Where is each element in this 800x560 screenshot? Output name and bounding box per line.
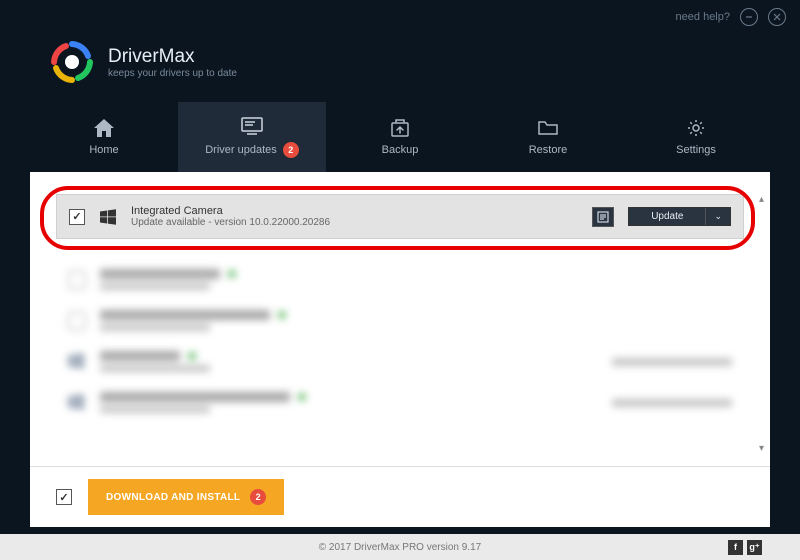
driver-checkbox[interactable]	[69, 209, 85, 225]
close-button[interactable]	[768, 8, 786, 26]
driver-status: Update available - version 10.0.22000.20…	[131, 217, 578, 228]
chevron-down-icon[interactable]: ⌄	[705, 208, 730, 225]
app-logo-icon	[50, 40, 94, 84]
nav-settings[interactable]: Settings	[622, 102, 770, 172]
nav-settings-label: Settings	[676, 144, 716, 156]
updates-count-badge: 2	[283, 142, 299, 158]
details-button[interactable]	[592, 207, 614, 227]
content-panel: ▴ ▾ Integrated Camera Update available -…	[30, 172, 770, 527]
list-item	[56, 341, 744, 382]
minimize-button[interactable]	[740, 8, 758, 26]
scroll-down-icon[interactable]: ▾	[759, 443, 764, 454]
folder-icon	[537, 118, 559, 137]
windows-icon	[99, 208, 117, 226]
app-tagline: keeps your drivers up to date	[108, 68, 237, 79]
copyright-text: © 2017 DriverMax PRO version 9.17	[319, 542, 481, 553]
driver-list: ▴ ▾ Integrated Camera Update available -…	[30, 172, 770, 472]
list-item	[56, 259, 744, 300]
list-item	[56, 382, 744, 423]
nav-restore[interactable]: Restore	[474, 102, 622, 172]
select-all-checkbox[interactable]	[56, 489, 72, 505]
nav-backup[interactable]: Backup	[326, 102, 474, 172]
facebook-icon[interactable]: f	[728, 540, 743, 555]
nav-driver-updates[interactable]: Driver updates 2	[178, 102, 326, 172]
footer: © 2017 DriverMax PRO version 9.17 f g⁺	[0, 534, 800, 560]
backup-icon	[389, 118, 411, 137]
monitor-icon	[241, 116, 263, 135]
download-install-button[interactable]: DOWNLOAD AND INSTALL 2	[88, 479, 284, 515]
driver-name: Integrated Camera	[131, 205, 578, 217]
app-title: DriverMax	[108, 46, 237, 68]
blurred-driver-rows	[56, 259, 744, 423]
app-header: DriverMax keeps your drivers up to date	[0, 34, 800, 102]
update-button[interactable]: Update ⌄	[628, 207, 731, 226]
install-button-label: DOWNLOAD AND INSTALL	[106, 492, 240, 503]
home-icon	[93, 118, 115, 137]
main-nav: Home Driver updates 2 Backup Restore Set…	[0, 102, 800, 172]
nav-backup-label: Backup	[382, 144, 419, 156]
driver-row: Integrated Camera Update available - ver…	[56, 194, 744, 239]
gear-icon	[685, 118, 707, 137]
nav-home[interactable]: Home	[30, 102, 178, 172]
title-bar: need help?	[0, 0, 800, 34]
scroll-up-icon[interactable]: ▴	[759, 194, 764, 205]
nav-home-label: Home	[89, 144, 118, 156]
help-link[interactable]: need help?	[676, 11, 730, 23]
install-count-badge: 2	[250, 489, 266, 505]
nav-restore-label: Restore	[529, 144, 568, 156]
list-item	[56, 300, 744, 341]
googleplus-icon[interactable]: g⁺	[747, 540, 762, 555]
update-button-label: Update	[629, 208, 705, 225]
bottom-action-bar: DOWNLOAD AND INSTALL 2	[30, 466, 770, 527]
nav-updates-label: Driver updates	[205, 144, 277, 156]
